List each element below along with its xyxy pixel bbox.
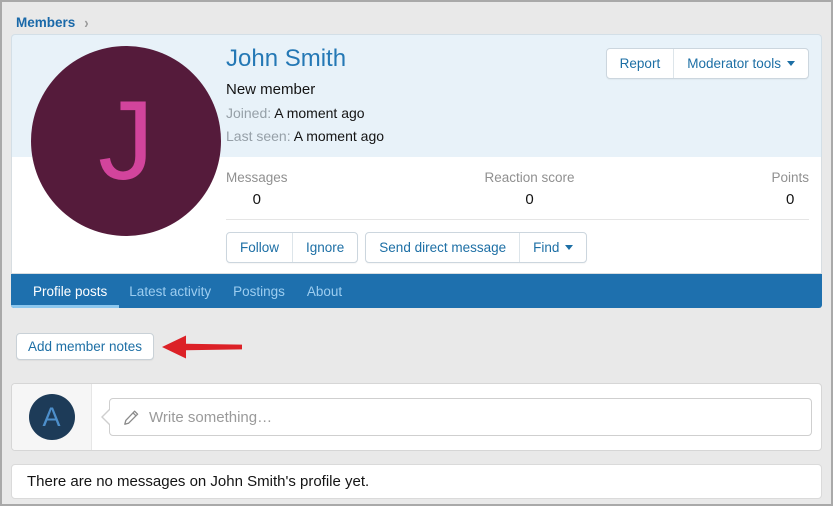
find-button[interactable]: Find bbox=[519, 233, 586, 262]
profile-tab-bar: Profile posts Latest activity Postings A… bbox=[11, 274, 822, 308]
empty-profile-message: There are no messages on John Smith's pr… bbox=[11, 464, 822, 499]
last-seen-value: A moment ago bbox=[294, 128, 384, 144]
red-arrow-left-icon bbox=[161, 334, 245, 360]
caret-down-icon bbox=[787, 61, 795, 66]
header-buttons: Report Moderator tools bbox=[606, 48, 809, 79]
profile-header: J John Smith New member Joined: A moment… bbox=[11, 34, 822, 157]
stat-messages-value[interactable]: 0 bbox=[226, 191, 288, 208]
current-user-avatar-letter: A bbox=[42, 402, 60, 433]
stat-reaction-score-value[interactable]: 0 bbox=[484, 191, 574, 208]
caret-down-icon bbox=[565, 245, 573, 250]
stats-row: Messages 0 Reaction score 0 Points 0 bbox=[226, 170, 809, 208]
joined-value: A moment ago bbox=[274, 105, 364, 121]
joined-line: Joined: A moment ago bbox=[226, 105, 821, 121]
moderation-button-group: Report Moderator tools bbox=[606, 48, 809, 79]
send-direct-message-button[interactable]: Send direct message bbox=[366, 233, 519, 262]
profile-post-editor: A Write something… bbox=[11, 383, 822, 451]
breadcrumb: Members › bbox=[2, 2, 831, 32]
stat-reaction-score-label: Reaction score bbox=[484, 170, 574, 185]
moderator-tools-button[interactable]: Moderator tools bbox=[673, 49, 808, 78]
stat-points-label: Points bbox=[771, 170, 809, 185]
moderator-tools-label: Moderator tools bbox=[687, 56, 781, 71]
profile-avatar-letter: J bbox=[98, 85, 154, 197]
find-button-label: Find bbox=[533, 240, 559, 255]
current-user-avatar[interactable]: A bbox=[29, 394, 75, 440]
tab-profile-posts[interactable]: Profile posts bbox=[23, 274, 117, 308]
member-notes-row: Add member notes bbox=[16, 333, 831, 360]
write-something-placeholder: Write something… bbox=[149, 409, 272, 426]
follow-ignore-group: Follow Ignore bbox=[226, 232, 358, 263]
ignore-button[interactable]: Ignore bbox=[292, 233, 357, 262]
actions-row: Follow Ignore Send direct message Find bbox=[226, 232, 809, 263]
editor-avatar-gutter: A bbox=[12, 384, 92, 450]
stat-points: Points 0 bbox=[771, 170, 809, 208]
editor-main: Write something… bbox=[92, 384, 821, 450]
stat-messages: Messages 0 bbox=[226, 170, 288, 208]
stats-divider bbox=[226, 219, 809, 220]
stat-reaction-score: Reaction score 0 bbox=[484, 170, 574, 208]
last-seen-line: Last seen: A moment ago bbox=[226, 128, 821, 144]
member-role: New member bbox=[226, 81, 821, 98]
follow-button[interactable]: Follow bbox=[227, 233, 292, 262]
chevron-right-icon: › bbox=[84, 13, 88, 31]
profile-avatar[interactable]: J bbox=[31, 46, 221, 236]
stat-messages-label: Messages bbox=[226, 170, 288, 185]
last-seen-label: Last seen: bbox=[226, 128, 291, 144]
active-tab-underline bbox=[11, 305, 119, 308]
empty-profile-message-text: There are no messages on John Smith's pr… bbox=[27, 473, 369, 490]
breadcrumb-members-link[interactable]: Members bbox=[16, 15, 75, 30]
tab-latest-activity[interactable]: Latest activity bbox=[119, 274, 221, 308]
message-find-group: Send direct message Find bbox=[365, 232, 587, 263]
write-something-input[interactable]: Write something… bbox=[109, 398, 812, 436]
profile-card: J John Smith New member Joined: A moment… bbox=[11, 34, 822, 308]
stat-points-value[interactable]: 0 bbox=[771, 191, 809, 208]
joined-label: Joined: bbox=[226, 105, 271, 121]
pencil-icon bbox=[123, 409, 140, 426]
report-button[interactable]: Report bbox=[607, 49, 674, 78]
tab-postings[interactable]: Postings bbox=[223, 274, 295, 308]
add-member-notes-button[interactable]: Add member notes bbox=[16, 333, 154, 360]
tab-about[interactable]: About bbox=[297, 274, 352, 308]
